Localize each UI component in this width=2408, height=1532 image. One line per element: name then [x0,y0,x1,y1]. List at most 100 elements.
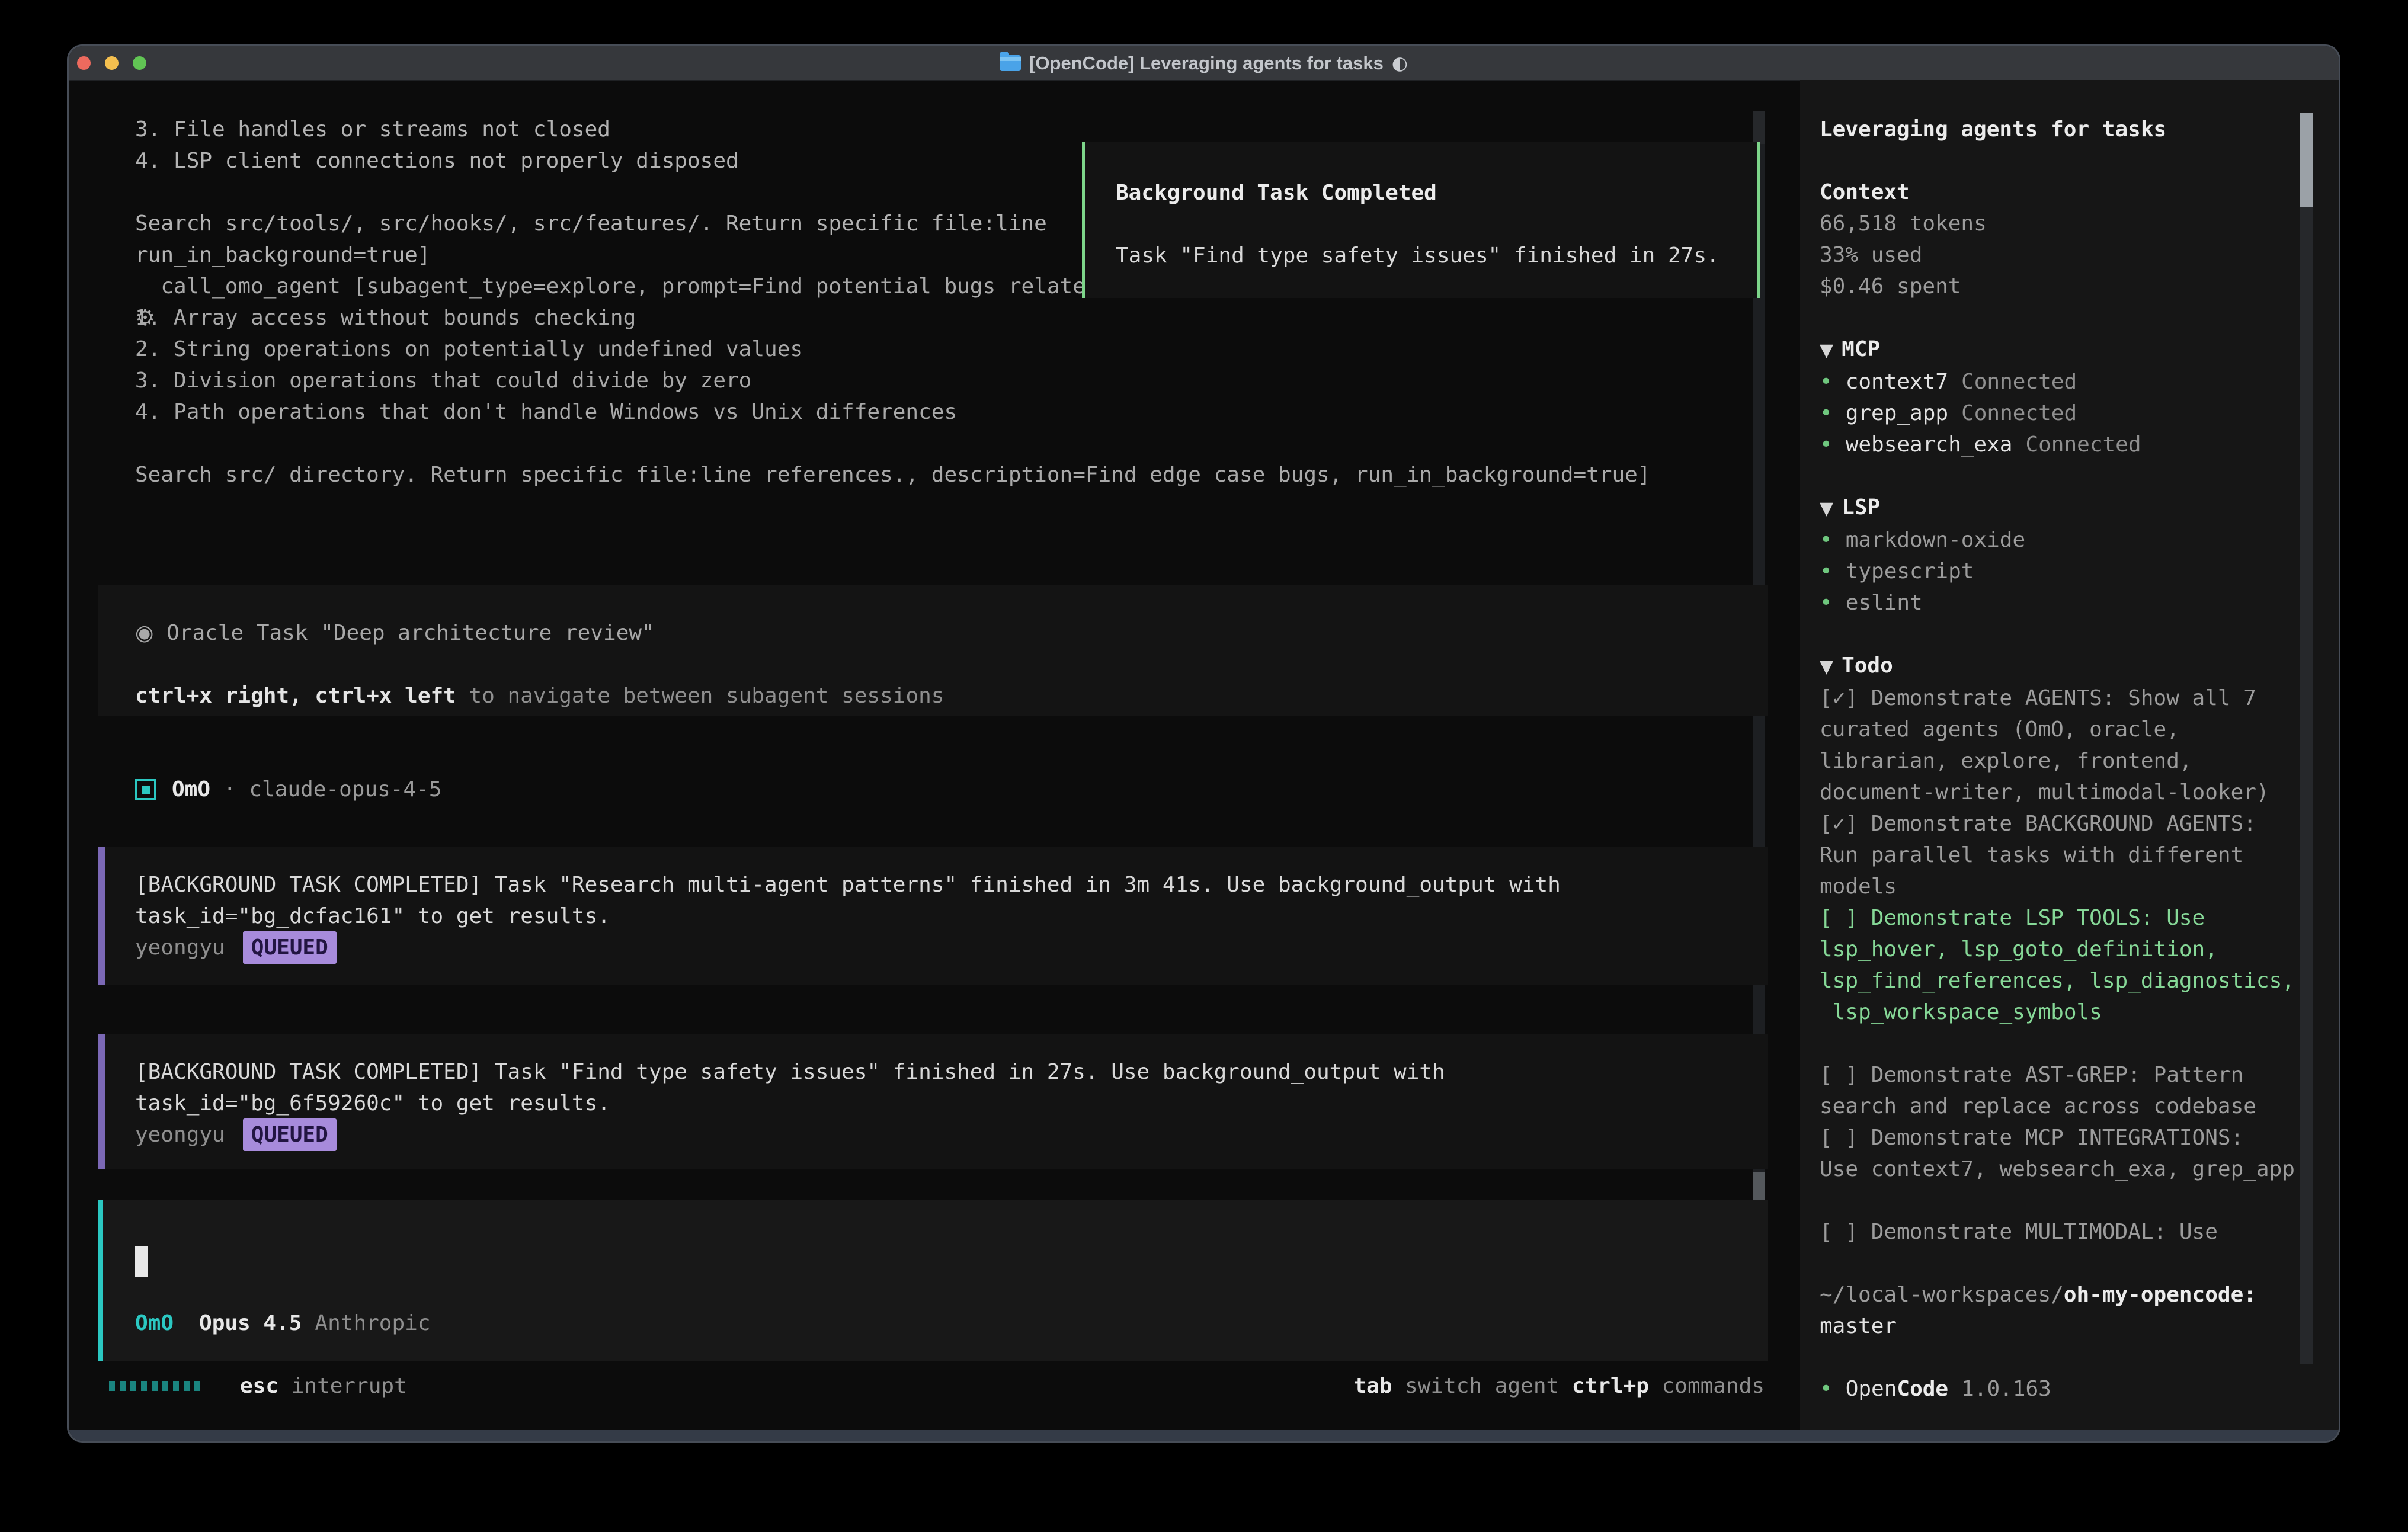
background-task-message: [BACKGROUND TASK COMPLETED] Task "Find t… [98,1034,1768,1169]
mcp-section-header[interactable]: ▼ MCP [1820,334,2301,366]
notification-title: Background Task Completed [1116,177,1757,209]
mcp-server-item: •grep_appConnected [1820,398,2301,429]
mcp-server-status: Connected [1961,370,2077,394]
window-title-text: [OpenCode] Leveraging agents for tasks [1029,53,1384,74]
text-cursor [135,1246,148,1277]
oracle-task-panel[interactable]: ◉ Oracle Task "Deep architecture review"… [98,585,1768,716]
task-message-text: [BACKGROUND TASK COMPLETED] Task "Resear… [135,869,1768,932]
minimize-button[interactable] [105,56,119,70]
active-model-label: Opus 4.5 [199,1307,302,1339]
status-bar: esc interrupt tab switch agent ctrl+p co… [109,1370,1765,1402]
task-message-text: [BACKGROUND TASK COMPLETED] Task "Find t… [135,1056,1768,1119]
status-badge: QUEUED [243,1118,337,1151]
opencode-terminal-window: [OpenCode] Leveraging agents for tasks ◐… [67,44,2340,1443]
lsp-heading: LSP [1842,495,1880,520]
agent-session-header: OmO · claude-opus-4-5 [135,774,442,805]
context-used: 33% used [1820,239,2301,271]
tool-call-text: call_omo_agent [subagent_type=explore, p… [135,274,1715,487]
chevron-down-icon: ▼ [1820,498,1833,519]
mcp-server-item: • context7 Connected [1820,366,2301,398]
todo-item: [ ] Demonstrate AST-GREP: Pattern search… [1820,1059,2301,1122]
window-title: [OpenCode] Leveraging agents for tasks ◐ [69,53,2339,74]
todo-item: [ ] Demonstrate LSP TOOLS: Use lsp_hover… [1820,902,2301,1028]
background-task-message: [BACKGROUND TASK COMPLETED] Task "Resear… [98,847,1768,985]
oracle-task-title: Oracle Task "Deep architecture review" [166,621,655,645]
sidebar-scrollbar-thumb[interactable] [2300,113,2313,207]
chevron-down-icon: ▼ [1820,656,1833,677]
esc-label: interrupt [292,1374,407,1398]
oracle-shortcut-hint: ctrl+x right, ctrl+x left to navigate be… [135,680,1768,711]
tab-key: tab [1353,1374,1392,1398]
context-tokens: 66,518 tokens [1820,208,2301,239]
session-title: Leveraging agents for tasks [1820,114,2301,145]
app-version: 1.0.163 [1961,1377,2051,1401]
bullet-icon: • [1820,370,1833,394]
todo-section-header[interactable]: ▼ Todo [1820,650,2301,682]
session-sidebar: Leveraging agents for tasks Context 66,5… [1800,80,2340,1431]
bullet-icon: • [1820,559,1833,584]
traffic-lights [77,46,146,80]
close-button[interactable] [77,56,91,70]
spinner-dots-icon [109,1370,200,1402]
workspace-path-dim: ~/local-workspaces/ [1820,1283,2064,1307]
window-bottom-bar [69,1430,2339,1443]
task-user: yeongyu [135,1119,225,1150]
background-task-notification: Background Task Completed Task "Find typ… [1082,142,1760,298]
notification-body: Task "Find type safety issues" finished … [1116,240,1757,271]
bullet-icon: • [1820,528,1833,552]
context-heading: Context [1820,177,2301,208]
mcp-server-name: websearch_exa [1846,432,2013,457]
bullet-icon: • [1820,432,1833,457]
lsp-section-header[interactable]: ▼ LSP [1820,492,2301,524]
half-circle-icon: ◐ [1392,53,1408,74]
agent-model: · claude-opus-4-5 [223,774,441,805]
lsp-server-item: • eslint [1820,587,2301,618]
chevron-down-icon: ▼ [1820,340,1833,361]
status-badge: QUEUED [243,931,337,964]
lsp-server-name: markdown-oxide [1846,528,2025,552]
todo-item: [ ] Demonstrate MCP INTEGRATIONS: Use co… [1820,1122,2301,1185]
mcp-server-status: Connected [1961,401,2077,425]
window-titlebar[interactable]: [OpenCode] Leveraging agents for tasks ◐ [69,46,2339,81]
mcp-server-item: •websearch_exaConnected [1820,429,2301,460]
prompt-input[interactable]: OmO Opus 4.5 Anthropic [98,1200,1768,1361]
todo-item: [✓] Demonstrate AGENTS: Show all 7 curat… [1820,682,2301,808]
shortcut-hints: tab switch agent ctrl+p commands [1353,1370,1765,1402]
screen: [OpenCode] Leveraging agents for tasks ◐… [0,0,2408,1532]
git-branch: master [1820,1310,2301,1342]
model-indicator: OmO Opus 4.5 Anthropic [135,1307,431,1339]
opencode-version: •OpenCode1.0.163 [1820,1373,2301,1405]
agent-icon [135,779,156,800]
bullet-icon: • [1820,1377,1833,1401]
sidebar-scrollbar-track[interactable] [2300,207,2313,1364]
bullet-icon: • [1820,401,1833,425]
zoom-button[interactable] [133,56,146,70]
esc-key: esc [240,1374,278,1398]
workspace-path: ~/local-workspaces/oh-my-opencode: [1820,1279,2301,1310]
tab-label: switch agent [1405,1374,1559,1398]
mcp-heading: MCP [1842,337,1880,361]
todo-item: [ ] Demonstrate MULTIMODAL: Use [1820,1216,2301,1248]
context-spent: $0.46 spent [1820,271,2301,302]
todo-heading: Todo [1842,653,1893,678]
shortcut-keys: ctrl+x right, ctrl+x left [135,684,456,708]
ctrl-p-key: ctrl+p [1572,1374,1649,1398]
provider-label: Anthropic [315,1307,430,1339]
gear-icon: ⚙ [135,302,155,334]
lsp-server-name: typescript [1846,559,1974,584]
todo-item: [✓] Demonstrate BACKGROUND AGENTS: Run p… [1820,808,2301,902]
task-user: yeongyu [135,932,225,963]
scrollback-text: 3. File handles or streams not closed 4.… [135,117,1047,267]
folder-icon [1000,55,1021,71]
lsp-server-item: • markdown-oxide [1820,524,2301,556]
terminal-scrollbar-top [1753,111,1765,144]
mcp-server-name: context7 [1846,370,1948,394]
record-icon: ◉ [135,621,153,645]
oracle-task-line: ◉ Oracle Task "Deep architecture review" [135,617,1768,649]
bullet-icon: • [1820,591,1833,615]
ctrl-p-label: commands [1662,1374,1765,1398]
lsp-server-item: • typescript [1820,556,2301,587]
lsp-server-name: eslint [1846,591,1923,615]
active-agent-label: OmO [135,1307,174,1339]
workspace-path-repo: oh-my-opencode: [2064,1283,2256,1307]
